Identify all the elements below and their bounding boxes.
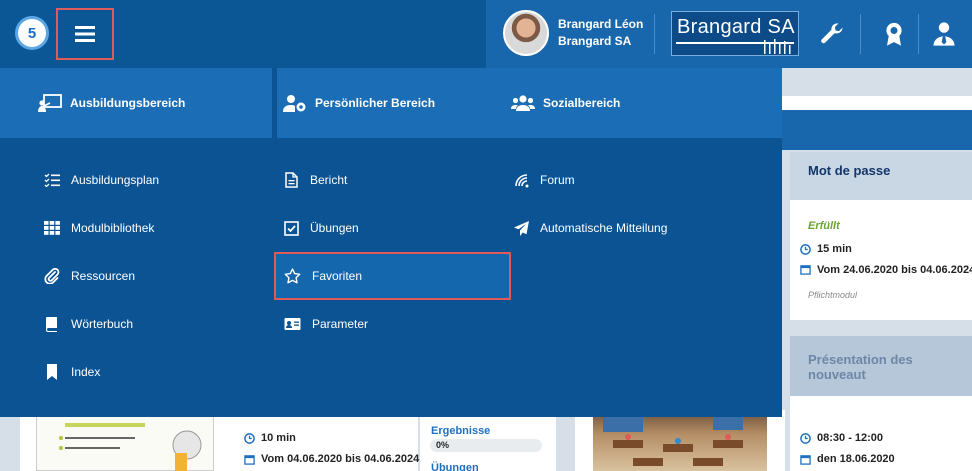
menu-item-label: Index — [71, 365, 101, 379]
thumbnail-illustration — [59, 423, 202, 471]
menu-item-label: Übungen — [310, 221, 359, 235]
calendar-icon — [244, 455, 255, 465]
results-label: Ergebnisse — [431, 425, 491, 437]
menu-item-automatische-mitteilung[interactable]: Automatische Mitteilung — [514, 204, 667, 252]
tab-label: Persönlicher Bereich — [315, 96, 436, 110]
menu-item-woerterbuch[interactable]: Wörterbuch — [44, 300, 133, 348]
menu-item-favoriten[interactable]: Favoriten — [274, 252, 511, 300]
menu-item-bericht[interactable]: Bericht — [284, 156, 347, 204]
calendar-icon — [800, 265, 811, 275]
user-tie-icon[interactable] — [930, 20, 958, 48]
top-header: 5 Brangard Léon Brangard SA Brangard SA — [0, 0, 972, 68]
menu-item-ausbildungsplan[interactable]: Ausbildungsplan — [44, 156, 159, 204]
event-thumbnail — [593, 410, 767, 471]
clock-icon — [800, 244, 811, 255]
users-icon — [511, 95, 535, 111]
event-card-presentation[interactable]: Présentation des nouveaut 08:30 - 12:00 … — [790, 336, 972, 471]
star-icon — [284, 268, 301, 284]
company-logo-text: Brangard SA — [677, 16, 795, 38]
menu-item-label: Parameter — [312, 317, 369, 331]
module-card-password[interactable]: Mot de passe Erfüllt 15 min Vom 24.06.20… — [790, 152, 972, 320]
tab-label: Ausbildungsbereich — [70, 96, 186, 110]
clock-icon — [800, 433, 811, 444]
paper-plane-icon — [514, 220, 529, 236]
card-dates: Vom 04.06.2020 bis 04.06.2024 — [261, 453, 420, 465]
header-divider — [860, 14, 861, 54]
tab-sozialbereich[interactable]: Sozialbereich — [511, 68, 620, 138]
module-card-bottom[interactable]: 10 min Vom 04.06.2020 bis 04.06.2024 — [20, 410, 420, 471]
book-icon — [46, 317, 57, 332]
menu-item-label: Automatische Mitteilung — [540, 221, 668, 235]
menu-item-label: Ausbildungsplan — [71, 173, 160, 187]
calendar-icon — [800, 455, 811, 465]
company-logo-bars — [764, 39, 791, 54]
checklist-icon — [44, 173, 60, 187]
company-logo[interactable]: Brangard SA — [671, 11, 799, 56]
menu-item-ressourcen[interactable]: Ressourcen — [44, 252, 135, 300]
card-dates: Vom 24.06.2020 bis 04.06.2024 — [817, 264, 972, 276]
card-tag: Pflichtmodul — [808, 290, 858, 300]
menu-item-label: Wörterbuch — [71, 317, 134, 331]
hamburger-menu-button[interactable] — [56, 8, 114, 60]
card-title: Présentation des nouveaut — [790, 336, 972, 396]
results-card[interactable]: Ergebnisse 0% Übungen — [420, 410, 556, 471]
app-logo[interactable]: 5 — [15, 16, 49, 50]
results-progress-bar: 0% — [430, 439, 542, 452]
hamburger-icon — [75, 26, 95, 42]
menu-item-label: Ressourcen — [71, 269, 136, 283]
menu-item-index[interactable]: Index — [44, 348, 100, 396]
grid-icon — [44, 221, 60, 235]
classroom-illustration — [603, 414, 743, 466]
menu-tabs: Ausbildungsbereich Persönlicher Bereich … — [0, 68, 782, 138]
avatar[interactable] — [503, 10, 549, 56]
id-card-icon — [284, 318, 301, 330]
user-gear-icon — [283, 95, 306, 112]
event-date: den 18.06.2020 — [817, 453, 895, 465]
document-icon — [285, 172, 298, 188]
event-time: 08:30 - 12:00 — [817, 432, 884, 444]
header-divider — [654, 14, 655, 54]
checkbox-icon — [284, 220, 299, 236]
menu-item-modulbibliothek[interactable]: Modulbibliothek — [44, 204, 154, 252]
status-badge: Erfüllt — [808, 220, 840, 232]
content-strip — [782, 96, 972, 110]
bookmark-icon — [47, 364, 57, 380]
paperclip-icon — [44, 268, 60, 284]
signal-icon — [515, 173, 529, 187]
menu-item-label: Bericht — [310, 173, 348, 187]
menu-item-uebungen[interactable]: Übungen — [284, 204, 359, 252]
mega-menu: Ausbildungsbereich Persönlicher Bereich … — [0, 68, 782, 417]
menu-item-label: Favoriten — [312, 269, 363, 283]
content-header-strip — [782, 110, 972, 150]
tab-label: Sozialbereich — [543, 96, 621, 110]
user-name: Brangard Léon — [558, 17, 644, 31]
menu-item-parameter[interactable]: Parameter — [284, 300, 368, 348]
event-card-bottom[interactable] — [575, 410, 785, 471]
menu-item-forum[interactable]: Forum — [514, 156, 575, 204]
header-left: 5 — [0, 0, 486, 68]
exercises-label: Übungen — [431, 462, 479, 471]
header-right: Brangard Léon Brangard SA Brangard SA — [486, 0, 972, 68]
wrench-icon[interactable] — [818, 20, 846, 48]
menu-item-label: Modulbibliothek — [71, 221, 155, 235]
card-duration: 10 min — [261, 432, 296, 444]
award-icon[interactable] — [880, 20, 908, 48]
clock-icon — [244, 433, 255, 444]
app-logo-text: 5 — [27, 24, 37, 42]
presentation-icon — [38, 94, 62, 112]
tab-ausbildungsbereich[interactable]: Ausbildungsbereich — [0, 68, 272, 138]
results-progress-text: 0% — [436, 440, 450, 450]
module-thumbnail — [36, 416, 214, 471]
menu-item-label: Forum — [540, 173, 575, 187]
header-divider — [918, 14, 919, 54]
card-title: Mot de passe — [790, 152, 972, 200]
card-duration: 15 min — [817, 243, 852, 255]
user-company: Brangard SA — [558, 34, 632, 48]
